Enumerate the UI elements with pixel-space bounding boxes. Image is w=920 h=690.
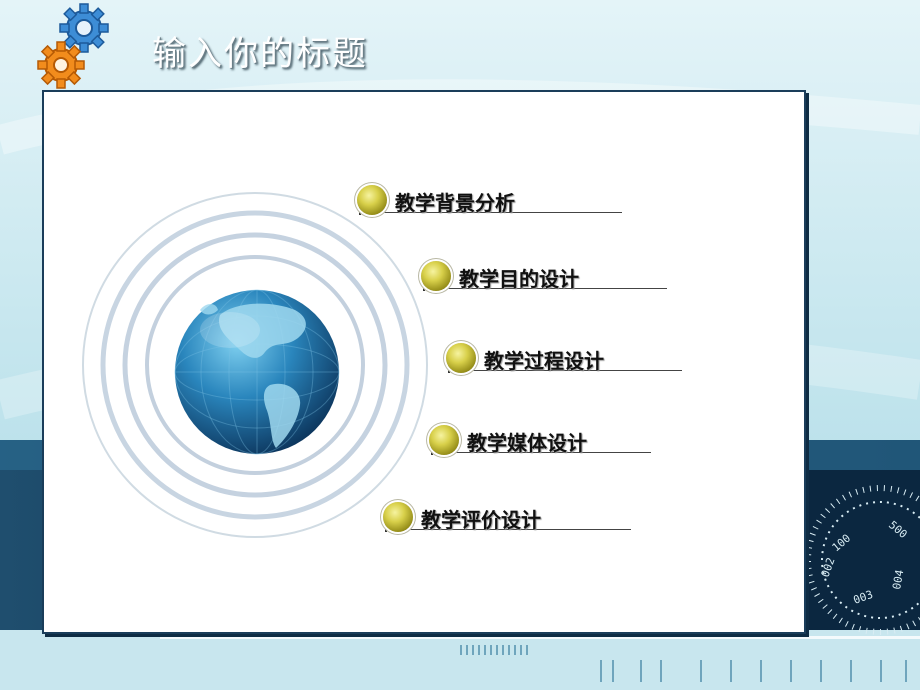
slide-title[interactable]: 输入你的标题 [152,26,368,75]
menu-item-label: 教学背景分析 [395,191,515,215]
bullet-ball-icon [383,502,413,532]
menu-item-label: 教学目的设计 [459,267,579,291]
menu-item-objectives[interactable]: 教学目的设计 [421,261,671,301]
bullet-ball-icon [357,185,387,215]
menu-item-label: 教学媒体设计 [467,431,587,455]
globe-icon [174,289,340,455]
menu-item-process[interactable]: 教学过程设计 [446,343,686,383]
menu-item-label: 教学过程设计 [484,349,604,373]
menu-item-background[interactable]: 教学背景分析 [357,185,627,225]
bullet-ball-icon [429,425,459,455]
gear-orange-icon [37,41,85,89]
globe-rings [82,192,428,538]
bullet-ball-icon [421,261,451,291]
bullet-ball-icon [446,343,476,373]
menu-item-media[interactable]: 教学媒体设计 [429,425,659,465]
menu-item-label: 教学评价设计 [421,508,541,532]
menu-item-evaluation[interactable]: 教学评价设计 [383,502,638,542]
